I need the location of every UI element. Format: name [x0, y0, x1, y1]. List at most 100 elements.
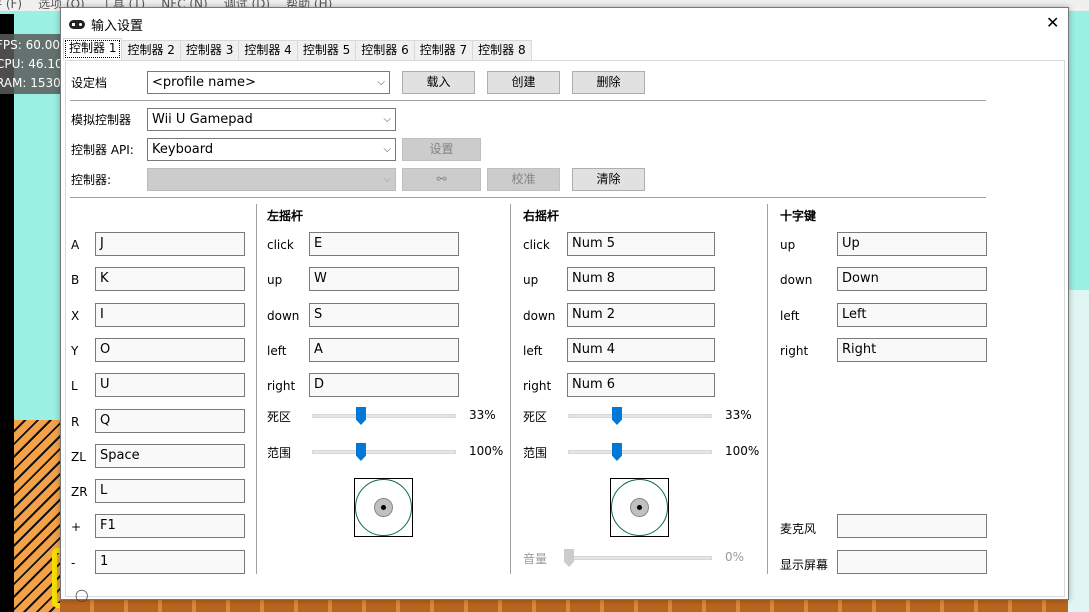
divider: [70, 197, 986, 198]
divider: [256, 204, 257, 574]
chevron-down-icon: ⌵: [377, 77, 385, 88]
dpad-label: left: [780, 308, 800, 323]
tab-controller-3[interactable]: 控制器 3: [179, 40, 240, 60]
divider: [767, 204, 768, 574]
volume-slider-thumb[interactable]: [564, 549, 574, 567]
left-stick-deadzone-slider-thumb[interactable]: [355, 407, 366, 425]
api-value: Keyboard: [152, 142, 214, 157]
left-stick-preview: [354, 478, 413, 537]
right-stick-input-down[interactable]: Num 2: [567, 302, 715, 327]
button-label: ZR: [71, 485, 88, 500]
left-stick-deadzone-value: 33%: [469, 408, 496, 422]
button-label: R: [71, 414, 80, 429]
fps-readout: FPS: 60.00: [0, 38, 60, 52]
button-label: L: [71, 379, 78, 394]
load-button[interactable]: 载入: [402, 71, 475, 94]
mapping-input-Y[interactable]: O: [95, 337, 245, 362]
chevron-down-icon: ⌵: [383, 174, 391, 185]
volume-label: 音量: [523, 552, 548, 566]
mapping-input-ZR[interactable]: L: [95, 479, 245, 504]
close-button[interactable]: ✕: [1046, 13, 1059, 32]
right-stick-deadzone-slider-thumb[interactable]: [611, 407, 622, 425]
right-stick-input-right[interactable]: Num 6: [567, 373, 715, 398]
tab-controller-8[interactable]: 控制器 8: [472, 40, 532, 60]
api-combo[interactable]: Keyboard ⌵: [147, 138, 396, 161]
title-bar: 输入设置: [69, 15, 143, 34]
dpad-input-down[interactable]: Down: [837, 267, 987, 292]
dpad-title: 十字键: [780, 209, 817, 223]
menu-file[interactable]: 文件 (F): [0, 0, 22, 11]
right-stick-title: 右摇杆: [523, 209, 560, 223]
api-label: 控制器 API:: [71, 143, 134, 157]
controller-combo[interactable]: ⌵: [147, 168, 396, 191]
clear-button[interactable]: 清除: [572, 168, 645, 191]
emulated-controller-combo[interactable]: Wii U Gamepad ⌵: [147, 108, 396, 131]
profile-combo[interactable]: <profile name> ⌵: [147, 71, 390, 94]
left-stick-deadzone-slider-track[interactable]: [312, 414, 456, 418]
left-stick-deadzone-label: 死区: [267, 410, 292, 424]
right-stick-label: left: [523, 343, 543, 358]
right-stick-input-left[interactable]: Num 4: [567, 337, 715, 362]
controller-label: 控制器:: [71, 173, 112, 187]
connect-button[interactable]: ⚯: [402, 168, 481, 191]
tab-controller-7[interactable]: 控制器 7: [413, 40, 474, 60]
right-stick-range-label: 范围: [523, 446, 548, 460]
tab-controller-4[interactable]: 控制器 4: [238, 40, 298, 60]
dpad-input-up[interactable]: Up: [837, 232, 987, 256]
delete-button[interactable]: 删除: [572, 71, 645, 94]
mapping-input-ZL[interactable]: Space: [95, 443, 245, 468]
divider: [510, 204, 511, 574]
performance-overlay: FPS: 60.00 CPU: 46.10% RAM: 1530MB: [0, 34, 60, 94]
game-border: [0, 14, 14, 612]
microphone-input[interactable]: [837, 514, 987, 539]
right-stick-preview: [610, 478, 669, 537]
mapping-input-R[interactable]: Q: [95, 408, 245, 433]
right-stick-deadzone-value: 33%: [725, 408, 752, 422]
right-stick-input-click[interactable]: Num 5: [567, 232, 715, 256]
left-stick-input-up[interactable]: W: [309, 267, 459, 292]
calibrate-button[interactable]: 校准: [487, 168, 560, 191]
tab-panel: 设定档 <profile name> ⌵ 载入 创建 删除 模拟控制器 Wii U…: [65, 60, 1065, 597]
gamepad-icon: [69, 20, 85, 29]
button-label: B: [71, 273, 80, 288]
show-screen-input[interactable]: [837, 549, 987, 574]
create-button[interactable]: 创建: [487, 71, 560, 94]
dpad-input-left[interactable]: Left: [837, 302, 987, 327]
dpad-label: up: [780, 238, 796, 252]
left-stick-label: click: [267, 238, 294, 252]
left-stick-range-label: 范围: [267, 446, 292, 460]
volume-slider-track[interactable]: [568, 556, 712, 560]
mapping-input-A[interactable]: J: [95, 232, 245, 256]
right-stick-range-slider-track[interactable]: [568, 450, 712, 454]
right-stick-input-up[interactable]: Num 8: [567, 267, 715, 292]
tab-controller-5[interactable]: 控制器 5: [296, 40, 357, 60]
dpad-label: right: [780, 343, 809, 358]
mapping-input--[interactable]: 1: [95, 549, 245, 574]
emulated-controller-label: 模拟控制器: [71, 113, 132, 127]
right-stick-deadzone-slider-track[interactable]: [568, 414, 712, 418]
mapping-input-L[interactable]: U: [95, 373, 245, 398]
left-stick-input-down[interactable]: S: [309, 302, 459, 327]
left-stick-input-right[interactable]: D: [309, 373, 459, 398]
settings-button[interactable]: 设置: [402, 138, 481, 161]
right-stick-deadzone-label: 死区: [523, 410, 548, 424]
mapping-input-B[interactable]: K: [95, 267, 245, 292]
left-stick-range-value: 100%: [469, 444, 504, 458]
dpad-input-right[interactable]: Right: [837, 337, 987, 362]
dialog-title: 输入设置: [91, 19, 144, 34]
chevron-down-icon: ⌵: [383, 114, 391, 125]
left-stick-input-left[interactable]: A: [309, 337, 459, 362]
left-stick-preview-dot: [381, 505, 386, 510]
dpad-label: down: [780, 273, 813, 288]
left-stick-input-click[interactable]: E: [309, 232, 459, 256]
other-settings-radio[interactable]: ◯: [75, 588, 88, 602]
tab-controller-6[interactable]: 控制器 6: [355, 40, 415, 60]
button-label: A: [71, 238, 80, 252]
tab-controller-2[interactable]: 控制器 2: [121, 40, 181, 60]
left-stick-range-slider-thumb[interactable]: [355, 443, 366, 461]
mapping-input-+[interactable]: F1: [95, 514, 245, 539]
right-stick-range-slider-thumb[interactable]: [611, 443, 622, 461]
tab-controller-1[interactable]: 控制器 1: [63, 38, 123, 60]
left-stick-range-slider-track[interactable]: [312, 450, 456, 454]
mapping-input-X[interactable]: I: [95, 302, 245, 327]
